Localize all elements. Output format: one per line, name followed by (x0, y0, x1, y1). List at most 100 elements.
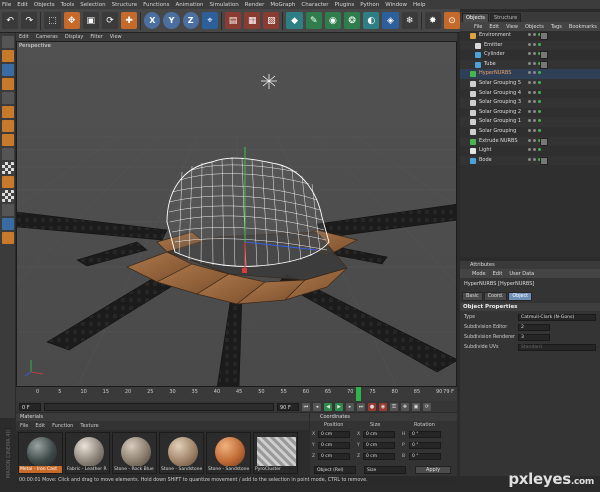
render-visibility-dot[interactable] (533, 90, 536, 94)
visibility-flags[interactable] (528, 119, 541, 123)
rotation-field[interactable]: 0 ° (409, 442, 441, 449)
material-tag-icon[interactable] (540, 51, 548, 60)
enabled-check-icon[interactable] (538, 81, 541, 84)
materials-menu-edit[interactable]: Edit (35, 423, 45, 429)
go-to-start-icon[interactable]: ⏮ (302, 402, 310, 411)
snap-icon[interactable]: ⊙ (443, 12, 461, 29)
menu-help[interactable]: Help (413, 2, 426, 8)
objects-menu-tags[interactable]: Tags (551, 24, 562, 30)
object-row[interactable]: HyperNURBS (460, 69, 600, 79)
object-row[interactable]: Emitter (460, 40, 600, 51)
rotation-field[interactable]: 0 ° (409, 453, 441, 460)
menu-character[interactable]: Character (301, 2, 328, 8)
axis-mode-icon[interactable] (1, 148, 14, 160)
object-row[interactable]: Solar Grouping 5 (460, 79, 600, 89)
points-mode-icon[interactable] (1, 106, 14, 118)
scene-environment-icon[interactable]: ◈ (382, 12, 399, 29)
material-tag-icon[interactable] (540, 60, 548, 69)
property-value[interactable]: Standard (518, 344, 596, 351)
camera-icon[interactable]: ❄ (401, 12, 418, 29)
objects-menu-bookmarks[interactable]: Bookmarks (569, 24, 597, 30)
visibility-flags[interactable] (528, 109, 541, 113)
rotation-field[interactable]: 0 ° (409, 431, 441, 438)
attribute-page-coord[interactable]: Coord. (483, 292, 508, 301)
go-to-end-icon[interactable]: ⏭ (357, 402, 365, 411)
menu-selection[interactable]: Selection (80, 2, 105, 8)
render-visibility-dot[interactable] (533, 109, 536, 113)
material-swatch[interactable]: Stone - Sandstone (206, 432, 251, 474)
size-field[interactable]: 0 cm (363, 453, 395, 460)
property-value[interactable]: Catmull-Clark (N-Gons) (518, 314, 596, 321)
object-row[interactable]: Solar Grouping 2 (460, 108, 600, 118)
menu-animation[interactable]: Animation (175, 2, 203, 8)
object-row[interactable]: Environment (460, 31, 600, 41)
cube-object-icon[interactable]: ◆ (286, 12, 303, 29)
editor-visibility-dot[interactable] (528, 157, 531, 161)
apply-button[interactable]: Apply (415, 466, 451, 474)
autokey-icon[interactable]: ◉ (379, 402, 387, 411)
menu-structure[interactable]: Structure (112, 2, 138, 8)
menu-tools[interactable]: Tools (61, 2, 75, 8)
start-frame-field[interactable]: 0 F (19, 402, 41, 411)
menu-window[interactable]: Window (385, 2, 407, 8)
material-swatch[interactable]: Stone - Sandstone (159, 432, 204, 474)
object-row[interactable]: Solar Grouping (460, 127, 600, 137)
attributes-menu-item[interactable]: Mode (472, 271, 486, 277)
enabled-check-icon[interactable] (538, 100, 541, 104)
menu-functions[interactable]: Functions (143, 2, 169, 8)
enabled-check-icon[interactable] (538, 129, 541, 132)
array-icon[interactable]: ❂ (344, 12, 361, 29)
keyframe-selection-icon[interactable]: ⚿ (390, 402, 398, 411)
add-tool-icon[interactable]: ✚ (121, 12, 138, 29)
objects-menu-view[interactable]: View (506, 24, 518, 30)
render-settings-icon[interactable]: ▧ (263, 12, 280, 29)
editor-visibility-dot[interactable] (528, 148, 531, 152)
tab-structure[interactable]: Structure (489, 13, 522, 22)
material-swatch[interactable]: Stone - Rock Blue (112, 432, 157, 474)
attribute-page-object[interactable]: Object (508, 292, 533, 301)
render-visibility-dot[interactable] (533, 129, 536, 132)
viewport-menu-cameras[interactable]: Cameras (36, 34, 58, 40)
visibility-flags[interactable] (528, 148, 541, 152)
objects-menu-file[interactable]: File (474, 24, 482, 30)
position-field[interactable]: 0 cm (318, 431, 350, 438)
materials-menu-file[interactable]: File (20, 423, 28, 429)
render-visibility-dot[interactable] (533, 148, 536, 152)
editor-visibility-dot[interactable] (528, 138, 531, 142)
render-visibility-dot[interactable] (533, 42, 536, 46)
object-row[interactable]: Bode (460, 155, 600, 166)
object-row[interactable]: Extrude NURBS (460, 136, 600, 147)
x-axis-lock-icon[interactable]: X (144, 12, 161, 29)
render-visibility-dot[interactable] (533, 61, 536, 65)
menu-python[interactable]: Python (360, 2, 379, 8)
render-visibility-dot[interactable] (533, 100, 536, 104)
render-visibility-dot[interactable] (533, 33, 536, 36)
menu-file[interactable]: File (2, 2, 11, 8)
preview-range-slider[interactable] (44, 402, 274, 411)
y-axis-lock-icon[interactable]: Y (163, 12, 180, 29)
editor-visibility-dot[interactable] (528, 119, 531, 123)
undo-icon[interactable]: ↶ (2, 12, 19, 29)
next-key-icon[interactable]: ▸ (346, 402, 354, 411)
timeline-playhead[interactable] (356, 387, 361, 401)
render-picture-viewer-icon[interactable]: ▦ (244, 12, 261, 29)
make-editable-icon[interactable] (1, 36, 14, 48)
menu-objects[interactable]: Objects (34, 2, 55, 8)
enabled-check-icon[interactable] (538, 109, 541, 113)
material-swatch[interactable]: PyroCluster (253, 432, 298, 474)
play-backward-icon[interactable]: ◀ (324, 402, 332, 411)
editor-visibility-dot[interactable] (528, 61, 531, 65)
position-field[interactable]: 0 cm (318, 453, 350, 460)
menu-simulation[interactable]: Simulation (209, 2, 238, 8)
deformer-icon[interactable]: ◐ (363, 12, 380, 29)
light-icon[interactable]: ✸ (424, 12, 441, 29)
nurbs-icon[interactable]: ◉ (324, 12, 341, 29)
play-forward-icon[interactable]: ▶ (335, 402, 343, 411)
coordinate-system-icon[interactable]: ⌖ (201, 12, 218, 29)
visibility-flags[interactable] (528, 129, 541, 132)
end-frame-field[interactable]: 90 F (277, 402, 299, 411)
record-icon[interactable]: ● (368, 402, 376, 411)
size-mode-dropdown[interactable]: Size (364, 466, 406, 474)
enabled-check-icon[interactable] (538, 148, 541, 152)
object-row[interactable]: Light (460, 146, 600, 156)
